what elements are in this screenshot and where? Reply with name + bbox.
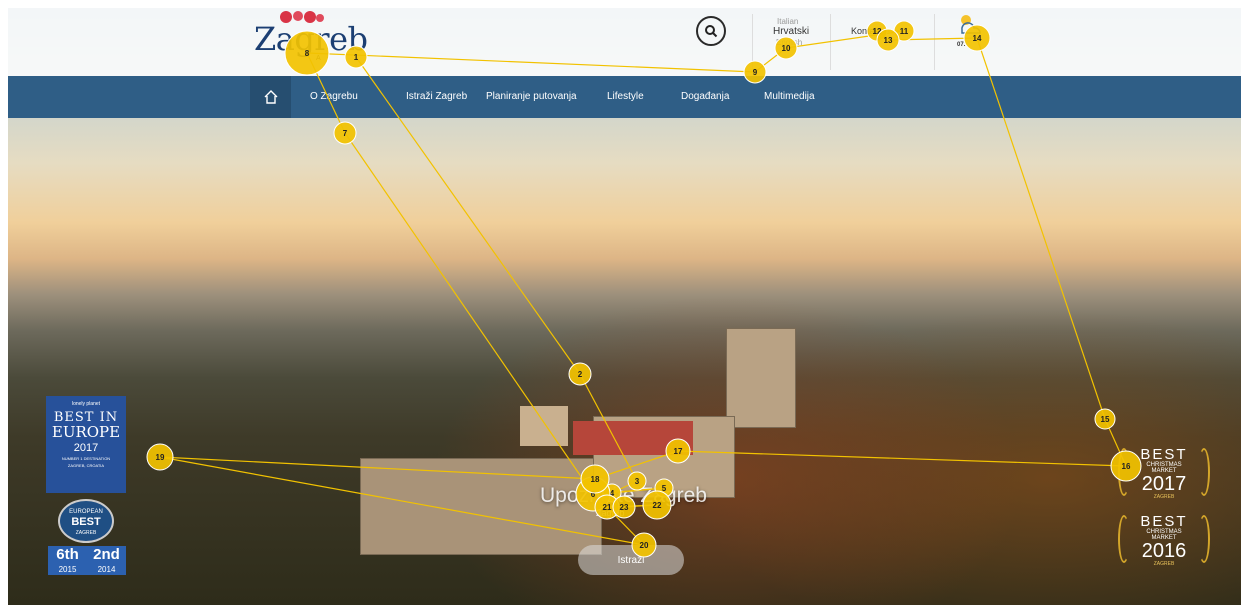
weather-icon[interactable]: [956, 12, 984, 58]
logo-subtitle: A: [316, 55, 321, 62]
site-header: Zagreb A Italian Hrvatski English Kontak…: [8, 8, 1241, 76]
xmas-best: BEST: [1140, 513, 1188, 530]
chapel-tower: [520, 406, 568, 446]
search-button[interactable]: [696, 16, 726, 46]
european-best-destinations-badge[interactable]: EUROPEAN BEST ZAGREB: [50, 499, 122, 543]
ranking-badge[interactable]: 6th 2015 2nd 2014: [48, 546, 126, 575]
weather-date: 07.: [957, 42, 966, 48]
lang-croatian[interactable]: Hrvatski: [773, 26, 809, 37]
divider: [752, 14, 753, 70]
christmas-market-2016-badge[interactable]: BEST CHRISTMAS MARKET 2016 ZAGREB: [1118, 511, 1210, 569]
lp-europe: EUROPE: [51, 423, 121, 441]
lp-line2: ZAGREB, CROATIA: [67, 463, 105, 468]
lonely-planet-badge[interactable]: lonely planet BEST IN EUROPE 2017 NUMBER…: [46, 396, 126, 493]
xmas-year: 2017: [1141, 473, 1187, 495]
explore-button[interactable]: Istraži: [578, 545, 684, 575]
castle-roof: [573, 421, 693, 455]
main-nav: O Zagrebu Istraži Zagreb Planiranje puto…: [8, 76, 1241, 118]
christmas-market-2017-badge[interactable]: BEST CHRISTMAS MARKET 2017 ZAGREB: [1118, 444, 1210, 502]
xmas-city: ZAGREB: [1153, 561, 1175, 567]
ebd-line1: EUROPEAN: [69, 509, 103, 515]
lp-line1: NUMBER 1 DESTINATION: [61, 456, 111, 461]
nav-multimedija[interactable]: Multimedija: [764, 91, 815, 102]
lang-italian[interactable]: Italian: [777, 17, 798, 26]
lang-english[interactable]: English: [776, 38, 802, 47]
ebd-line4: ZAGREB: [75, 530, 97, 536]
xmas-best: BEST: [1140, 446, 1188, 463]
nav-dogadanja[interactable]: Događanja: [681, 91, 729, 102]
site-logo[interactable]: Zagreb: [254, 20, 368, 58]
divider: [830, 14, 831, 70]
contact-link[interactable]: Kontakt: [851, 26, 882, 36]
rank-year-2014: 2014: [97, 565, 116, 574]
lp-top: lonely planet: [71, 401, 101, 407]
rank-year-2015: 2015: [58, 565, 77, 574]
castle-tower: [726, 328, 796, 428]
lp-year: 2017: [73, 442, 99, 454]
nav-lifestyle[interactable]: Lifestyle: [607, 91, 644, 102]
home-button[interactable]: [250, 76, 291, 118]
hero-title: Upoznajte Zagreb: [540, 484, 707, 507]
hero-subtitle: Zagreb: [596, 508, 625, 518]
divider: [934, 14, 935, 70]
search-icon: [705, 25, 718, 38]
rank-2014: 2nd: [93, 546, 120, 563]
nav-istrazi-zagreb[interactable]: Istraži Zagreb: [406, 91, 467, 102]
page-frame: Zagreb A Italian Hrvatski English Kontak…: [8, 8, 1241, 605]
ebd-line2: BEST: [71, 516, 101, 528]
xmas-year: 2016: [1141, 540, 1187, 562]
rank-2015: 6th: [56, 546, 79, 563]
home-icon: [264, 90, 277, 104]
nav-o-zagrebu[interactable]: O Zagrebu: [310, 91, 358, 102]
xmas-city: ZAGREB: [1153, 494, 1175, 500]
nav-planiranje-putovanja[interactable]: Planiranje putovanja: [486, 91, 577, 102]
